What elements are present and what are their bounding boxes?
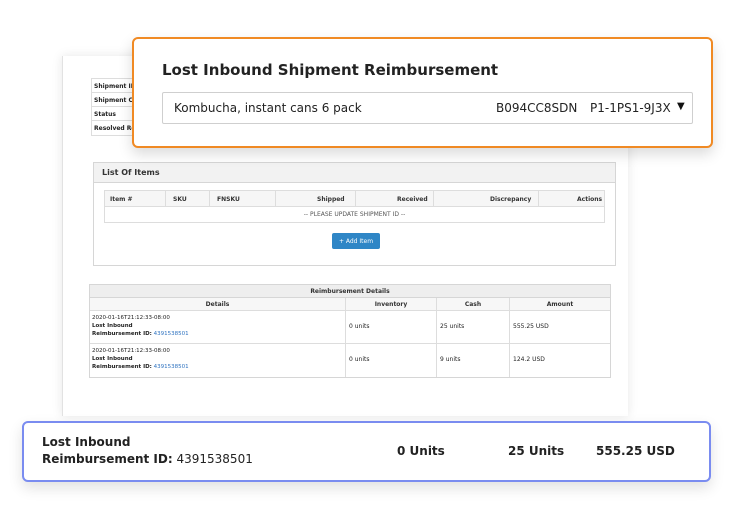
- reimbursement-type: Lost Inbound: [92, 356, 133, 362]
- product-asin: B094CC8SDN: [496, 101, 578, 115]
- reimbursement-details-title: Reimbursement Details: [90, 285, 610, 298]
- column-header-details: Details: [90, 298, 346, 310]
- summary-id-label: Reimbursement ID:: [42, 452, 173, 466]
- product-select[interactable]: Kombucha, instant cans 6 pack B094CC8SDN…: [162, 92, 693, 124]
- column-header-amount: Amount: [546, 301, 574, 308]
- reimbursement-id-link[interactable]: 4391538501: [154, 364, 189, 370]
- column-header-received: Received: [397, 196, 428, 203]
- card-title: Lost Inbound Shipment Reimbursement: [162, 61, 499, 79]
- items-table: Item # SKU FNSKU Shipped Received Discre…: [104, 190, 605, 223]
- column-divider: [433, 191, 434, 206]
- column-header-sku: SKU: [173, 196, 187, 203]
- empty-items-message: -- PLEASE UPDATE SHIPMENT ID --: [104, 207, 605, 223]
- reimbursement-details-table: Reimbursement Details Details Inventory …: [89, 284, 611, 378]
- table-row: 2020-01-16T21:12:33-08:00 Lost Inbound R…: [90, 311, 610, 344]
- column-header-discrepancy: Discrepancy: [490, 196, 532, 203]
- reimbursement-id-label: Reimbursement ID:: [92, 331, 152, 337]
- column-header-shipped: Shipped: [317, 196, 345, 203]
- details-cell: 2020-01-16T21:12:33-08:00 Lost Inbound R…: [90, 344, 346, 377]
- reimbursement-id-label: Reimbursement ID:: [92, 364, 152, 370]
- column-divider: [165, 191, 166, 206]
- inventory-cell: 0 units: [346, 344, 437, 377]
- reimbursement-id-link[interactable]: 4391538501: [154, 331, 189, 337]
- summary-amount: 555.25 USD: [596, 444, 675, 458]
- cash-cell: 9 units: [437, 344, 510, 377]
- table-row: 2020-01-16T21:12:33-08:00 Lost Inbound R…: [90, 344, 610, 377]
- summary-id-line: Reimbursement ID: 4391538501: [42, 452, 253, 466]
- summary-type: Lost Inbound: [42, 435, 131, 449]
- column-header-actions: Actions: [577, 196, 603, 203]
- column-divider: [275, 191, 276, 206]
- column-header-fnsku: FNSKU: [217, 196, 240, 203]
- column-divider: [538, 191, 539, 206]
- reimbursement-date: 2020-01-16T21:12:33-08:00: [92, 348, 170, 354]
- add-item-button[interactable]: + Add Item: [332, 233, 380, 249]
- summary-inventory: 0 Units: [397, 444, 445, 458]
- amount-cell: 555.25 USD: [513, 323, 549, 330]
- product-sku: P1-1PS1-9J3X: [590, 101, 671, 115]
- reimbursement-id-line: Reimbursement ID: 4391538501: [92, 330, 345, 338]
- lost-inbound-shipment-card: Lost Inbound Shipment Reimbursement Komb…: [132, 37, 713, 148]
- reimbursement-summary-card: Lost Inbound Reimbursement ID: 439153850…: [22, 421, 711, 482]
- column-divider: [209, 191, 210, 206]
- list-of-items-title: List Of Items: [94, 163, 615, 183]
- reimbursement-id-line: Reimbursement ID: 4391538501: [92, 363, 345, 371]
- reimbursement-type: Lost Inbound: [92, 323, 133, 329]
- product-name: Kombucha, instant cans 6 pack: [174, 101, 362, 115]
- column-header-inventory: Inventory: [346, 298, 437, 310]
- summary-cash: 25 Units: [508, 444, 565, 458]
- reimbursement-header-row: Details Inventory Cash Amount: [90, 298, 610, 311]
- column-header-item: Item #: [110, 196, 133, 203]
- inventory-cell: 0 units: [346, 311, 437, 343]
- column-header-cash: Cash: [437, 298, 510, 310]
- amount-cell: 124.2 USD: [513, 356, 545, 363]
- summary-id-value: 4391538501: [176, 452, 253, 466]
- stage: Shipment ID Shipment Cr Status Resolved …: [0, 0, 741, 521]
- cash-cell: 25 units: [437, 311, 510, 343]
- caret-down-icon[interactable]: ▼: [677, 101, 685, 112]
- items-table-header: Item # SKU FNSKU Shipped Received Discre…: [104, 190, 605, 207]
- list-of-items-panel: List Of Items Item # SKU FNSKU Shipped R…: [93, 162, 616, 266]
- column-divider: [355, 191, 356, 206]
- reimbursement-date: 2020-01-16T21:12:33-08:00: [92, 315, 170, 321]
- details-cell: 2020-01-16T21:12:33-08:00 Lost Inbound R…: [90, 311, 346, 343]
